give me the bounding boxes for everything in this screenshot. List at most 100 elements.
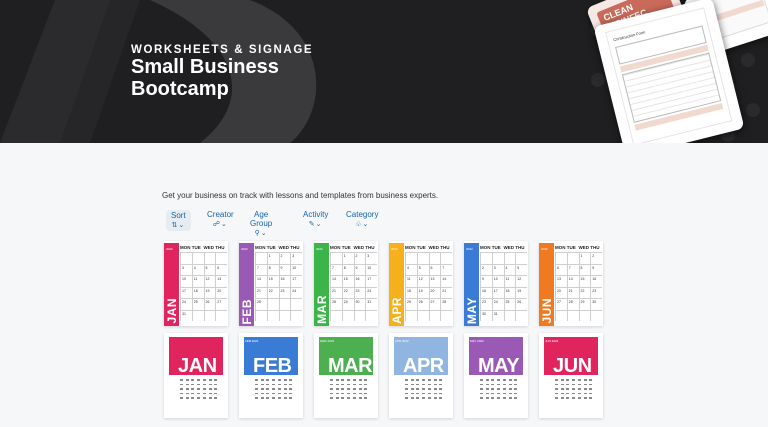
- day-cell: 20: [555, 287, 567, 298]
- day-header: WED: [578, 245, 590, 250]
- year-label: 2022: [166, 247, 173, 251]
- day-cell: 3: [365, 253, 377, 264]
- week-row: 9 10 11 12: [480, 275, 527, 287]
- month-band: 2022 JUN: [539, 243, 554, 326]
- day-cell: 14: [255, 276, 267, 287]
- day-cell: [191, 310, 204, 321]
- calendar-card-jun[interactable]: 2022 JUN MON TUE WED THU 1 2 6 7 8 9 13 14 15 16 20 21 22 2…: [539, 241, 603, 326]
- day-cell: [428, 253, 441, 264]
- day-cell: 21: [566, 287, 579, 298]
- day-header: TUE: [416, 245, 426, 250]
- day-cell: 21: [440, 287, 452, 298]
- month-label: JAN: [165, 298, 179, 324]
- week-row: 12: [555, 252, 602, 264]
- week-row: 4567: [405, 263, 452, 275]
- day-cell: [215, 310, 227, 321]
- day-header: THU: [215, 245, 225, 250]
- day-cell: 25: [503, 299, 516, 310]
- calendar-card-may[interactable]: 2022 MAY MON TUE WED THU 2 3 4 5 9 10 11 12 16 17 18 19 23…: [464, 241, 528, 326]
- calendar-grid: MON TUE WED THU 2 3 4 5 9 10 11 12 16 17 18 19 23 24 25 26 3…: [480, 245, 527, 321]
- day-cell: 6: [428, 264, 441, 275]
- week-row: 20 21 22 23: [555, 286, 602, 298]
- day-cell: 16: [353, 276, 366, 287]
- day-cell: [330, 253, 342, 264]
- week-row: 13 14 15 16: [555, 275, 602, 287]
- poster-calendar-card-feb[interactable]: FEB 2022 FEB: [239, 333, 303, 418]
- intro-text: Get your business on track with lessons …: [162, 191, 439, 200]
- day-cell: 2: [278, 253, 291, 264]
- poster-calendar-card-jun[interactable]: JUN 2022 JUN: [539, 333, 603, 418]
- mini-calendar-dots: [255, 379, 295, 399]
- calendar-card-feb[interactable]: 2022 FEB MON TUE WED THU 1 2 3 7 8 9 10 14 15 16 17 21 22 2…: [239, 241, 303, 326]
- day-cell: [440, 253, 452, 264]
- day-cell: 25: [191, 299, 204, 310]
- day-cell: [278, 310, 291, 321]
- day-cell: 15: [578, 276, 591, 287]
- filter-category[interactable]: Category ♧⌄: [346, 210, 378, 228]
- week-row: 18 19 20 21: [405, 286, 452, 298]
- week-row: [555, 309, 602, 321]
- day-header: WED: [278, 245, 290, 250]
- day-header: TUE: [266, 245, 276, 250]
- month-band: 2022 APR: [389, 243, 404, 326]
- year-label: 2022: [391, 247, 398, 251]
- day-cell: [203, 310, 216, 321]
- day-cell: 12: [416, 276, 429, 287]
- filter-creator[interactable]: Creator ☍⌄: [207, 210, 234, 228]
- page-title: Small Business Bootcamp: [131, 56, 279, 100]
- week-row: 7 8 9 10: [330, 263, 377, 275]
- day-header: WED: [503, 245, 515, 250]
- day-cell: 12: [515, 276, 527, 287]
- calendar-card-mar[interactable]: 2022 MAR MON TUE WED THU 1 2 3 7 8 9 10 14 15 16 17 21 22 2…: [314, 241, 378, 326]
- calendar-grid: MON TUE WED THU 1 2 3 7 8 9 10 14 15 16 17 21 22 23 24 28 29…: [330, 245, 377, 321]
- day-cell: 21: [330, 287, 342, 298]
- calendar-card-apr[interactable]: 2022 APR MON TUE WED THU 4 5 6 7 11 12 13 14 18 19 20 21 2…: [389, 241, 453, 326]
- hero-eyebrow: WORKSHEETS & SIGNAGE: [131, 44, 314, 56]
- day-cell: 4: [405, 264, 417, 275]
- week-row: 14 15 16 17: [330, 275, 377, 287]
- calendar-card-jan[interactable]: 2022 JAN MON TUE WED THU 3 4 5 6 10 11 12 13 17 18 19 20 2…: [164, 241, 228, 326]
- poster-calendar-card-jan[interactable]: JAN: [164, 333, 228, 418]
- filter-activity-label: Activity: [303, 210, 329, 219]
- day-header: TUE: [341, 245, 351, 250]
- month-big-label: MAY: [478, 355, 520, 377]
- day-header: TUE: [491, 245, 501, 250]
- filter-sort[interactable]: Sort ⇅⌄: [166, 210, 191, 231]
- day-cell: 11: [503, 276, 516, 287]
- day-cell: 20: [215, 287, 227, 298]
- day-cell: 24: [365, 287, 377, 298]
- day-cell: 17: [290, 276, 302, 287]
- day-header: THU: [290, 245, 300, 250]
- age-group-icon: ⚲⌄: [254, 230, 268, 237]
- poster-calendar-card-apr[interactable]: APR 2022 APR: [389, 333, 453, 418]
- month-band: 2022 FEB: [239, 243, 254, 326]
- day-cell: [290, 299, 302, 310]
- day-cell: 7: [255, 264, 267, 275]
- day-cell: 14: [566, 276, 579, 287]
- month-big-label: JAN: [178, 355, 217, 377]
- day-cell: 16: [590, 276, 602, 287]
- poster-calendar-card-may[interactable]: MAY 2022 MAY: [464, 333, 528, 418]
- day-cell: 28: [440, 299, 452, 310]
- filter-age-group[interactable]: Age Group ⚲⌄: [250, 210, 272, 237]
- calendar-grid: MON TUE WED THU 1 2 6 7 8 9 13 14 15 16 20 21 22 23 27 28 29…: [555, 245, 602, 321]
- day-cell: 27: [555, 299, 567, 310]
- poster-calendar-card-mar[interactable]: MAR 2022 MAR: [314, 333, 378, 418]
- day-cell: 4: [191, 264, 204, 275]
- day-cell: 23: [480, 299, 492, 310]
- day-cell: 18: [405, 287, 417, 298]
- day-cell: 19: [416, 287, 429, 298]
- filter-activity[interactable]: Activity ✎⌄: [303, 210, 328, 228]
- day-cell: [491, 253, 504, 264]
- sort-icon: ⇅⌄: [171, 222, 186, 229]
- week-row: 3456: [180, 263, 227, 275]
- year-label: 2022: [466, 247, 473, 251]
- day-cell: 15: [266, 276, 279, 287]
- day-cell: 15: [341, 276, 354, 287]
- day-header: THU: [440, 245, 450, 250]
- year-label: 2022: [316, 247, 323, 251]
- month-label: MAR: [315, 295, 329, 324]
- day-cell: 26: [416, 299, 429, 310]
- mini-calendar-dots: [180, 379, 220, 399]
- day-cell: 16: [278, 276, 291, 287]
